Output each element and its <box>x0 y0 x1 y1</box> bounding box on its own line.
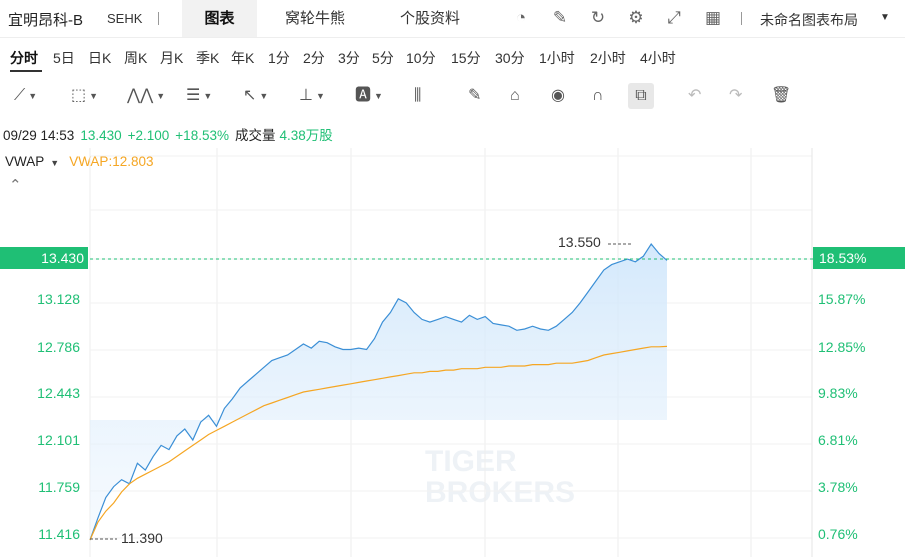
period-15min[interactable]: 15分 <box>451 48 481 68</box>
period-5d[interactable]: 5日 <box>53 48 75 68</box>
gauge-icon[interactable]: ◔ <box>511 8 531 28</box>
redo-icon[interactable]: ↷ <box>729 86 742 106</box>
quote-info: 09/29 14:53 13.430 +2.100 +18.53% 成交量 4.38万股 <box>3 124 339 144</box>
y-tick-left: 13.128 <box>37 291 80 307</box>
y-tick-right: 12.85% <box>818 339 866 355</box>
rectangle-tool-icon[interactable]: ⬚ ▼ <box>71 86 98 106</box>
stock-exchange-code: SEHK <box>107 11 143 26</box>
link-icon[interactable]: ⧉ <box>628 83 654 109</box>
y-tick-left: 12.101 <box>37 432 80 448</box>
price-change-pct: +18.53% <box>175 128 229 143</box>
settings-icon[interactable]: ⚙ <box>626 8 646 28</box>
volume-value: 4.38万股 <box>279 128 333 143</box>
y-tick-right: 0.76% <box>818 526 858 542</box>
y-tick-left: 11.759 <box>38 479 80 495</box>
tab-chart[interactable]: 图表 <box>182 0 257 37</box>
stock-name: 宜明昂科-B <box>8 12 84 29</box>
drawing-toolbar: ⟋ ▼ ⬚ ▼ ⋀⋀ ▼ ☰ ▼ ↖ ▼ ⊥ ▼ 🅰 ▼ ⫼ ✎ ⌂ ◉ ∩ ⧉ ↶ ↷ 🗑 <box>0 78 905 114</box>
layout-selector[interactable]: 未命名图表布局 <box>760 10 858 30</box>
pattern-tool-icon[interactable]: ⋀⋀ ▼ <box>127 86 165 106</box>
intraday-chart[interactable]: TIGER BROKERS 13.128 12.786 12.443 12.10… <box>0 148 905 557</box>
y-tick-left: 12.786 <box>37 339 80 355</box>
top-bar: 宜明昂科-B SEHK 图表 窝轮牛熊 个股资料 ◔ ✎ ↻ ⚙ ⤢ ▦ 未命名… <box>0 0 905 38</box>
volume-label: 成交量 <box>234 128 276 143</box>
period-bar: 分时 5日 日K 周K 月K 季K 年K 1分 2分 3分 5分 10分 15分… <box>0 38 905 74</box>
tab-stock-profile[interactable]: 个股资料 <box>385 0 475 37</box>
divider <box>158 12 159 25</box>
tab-warrants[interactable]: 窝轮牛熊 <box>270 0 360 37</box>
period-day[interactable]: 日K <box>88 48 111 68</box>
current-price-tag: 13.430 <box>0 247 88 269</box>
datetime: 09/29 14:53 <box>3 128 75 143</box>
active-period-indicator <box>10 70 42 72</box>
period-week[interactable]: 周K <box>124 48 147 68</box>
y-tick-left: 11.416 <box>38 526 80 542</box>
divider <box>741 12 742 25</box>
period-10min[interactable]: 10分 <box>406 48 436 68</box>
refresh-icon[interactable]: ↻ <box>588 8 608 28</box>
line-tool-icon[interactable]: ⟋ ▼ <box>14 86 37 106</box>
text-tool-icon[interactable]: 🅰 ▼ <box>355 86 383 106</box>
pencil-icon[interactable]: ✎ <box>468 86 481 106</box>
period-2min[interactable]: 2分 <box>303 48 325 68</box>
magnet-icon[interactable]: ∩ <box>592 86 604 106</box>
grid-layout-icon[interactable]: ▦ <box>703 8 723 28</box>
indicator-tool-icon[interactable]: ⫼ <box>414 86 421 106</box>
undo-icon[interactable]: ↶ <box>688 86 701 106</box>
period-intraday[interactable]: 分时 <box>10 48 38 68</box>
chart-canvas <box>0 148 905 557</box>
y-tick-right: 3.78% <box>818 479 858 495</box>
period-3min[interactable]: 3分 <box>338 48 360 68</box>
period-30min[interactable]: 30分 <box>495 48 525 68</box>
period-month[interactable]: 月K <box>160 48 183 68</box>
lock-icon[interactable]: ⌂ <box>510 86 520 106</box>
period-1h[interactable]: 1小时 <box>539 48 575 68</box>
current-pct-tag: 18.53% <box>813 247 905 269</box>
price-area-fill <box>90 244 667 540</box>
edit-icon[interactable]: ✎ <box>550 8 570 28</box>
chevron-down-icon[interactable]: ▼ <box>880 12 890 23</box>
fib-tool-icon[interactable]: ☰ ▼ <box>186 86 212 106</box>
period-quarter[interactable]: 季K <box>196 48 219 68</box>
high-price-label: 13.550 <box>558 234 601 250</box>
last-price: 13.430 <box>80 128 122 143</box>
price-change: +2.100 <box>127 128 170 143</box>
trash-icon[interactable]: 🗑 <box>771 86 791 106</box>
period-4h[interactable]: 4小时 <box>640 48 676 68</box>
y-tick-right: 9.83% <box>818 385 858 401</box>
period-5min[interactable]: 5分 <box>372 48 394 68</box>
measure-tool-icon[interactable]: ⊥ ▼ <box>299 86 325 106</box>
period-1min[interactable]: 1分 <box>268 48 290 68</box>
period-2h[interactable]: 2小时 <box>590 48 626 68</box>
eye-icon[interactable]: ◉ <box>551 86 565 106</box>
y-tick-left: 12.443 <box>37 385 80 401</box>
fullscreen-icon[interactable]: ⤢ <box>664 8 684 28</box>
period-year[interactable]: 年K <box>231 48 254 68</box>
arrow-tool-icon[interactable]: ↖ ▼ <box>243 86 268 106</box>
low-price-label: 11.390 <box>121 530 163 546</box>
y-tick-right: 15.87% <box>818 291 866 307</box>
y-tick-right: 6.81% <box>818 432 858 448</box>
